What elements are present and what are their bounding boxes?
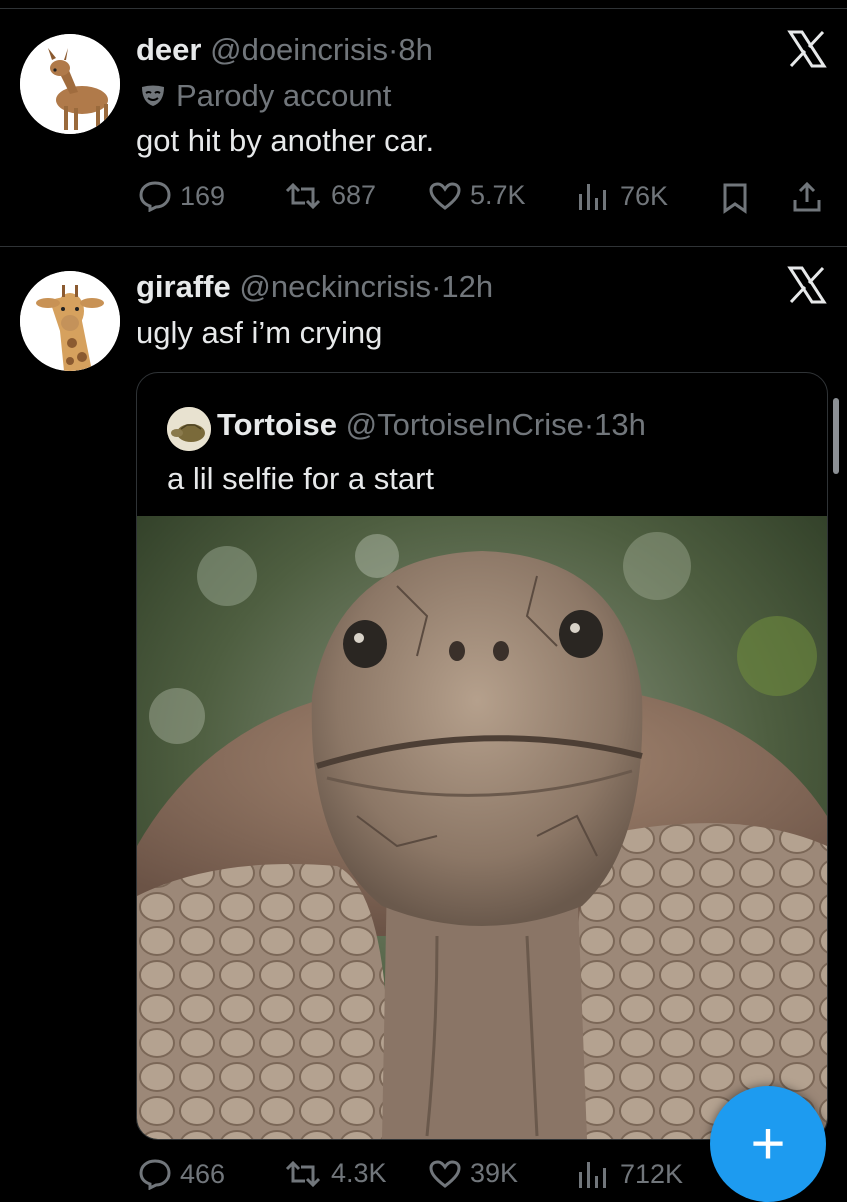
repost-count: 4.3K xyxy=(331,1158,387,1188)
tortoise-photo[interactable] xyxy=(137,516,827,1139)
reply-icon xyxy=(139,1159,171,1190)
x-logo-icon[interactable] xyxy=(786,264,828,306)
heart-icon xyxy=(429,1159,461,1188)
tweet-text: ugly asf i’m crying xyxy=(136,315,383,350)
tweet-giraffe[interactable]: giraffe @neckincrisis·12h ugly asf i’m c… xyxy=(0,0,847,1200)
quote-text: a lil selfie for a start xyxy=(167,461,435,496)
like-count: 39K xyxy=(470,1158,519,1188)
views-button[interactable]: 712K xyxy=(576,1158,683,1190)
quoted-tweet[interactable]: Tortoise @TortoiseInCrise·13h a lil self… xyxy=(136,372,828,1140)
tortoise-photo-icon xyxy=(137,516,827,1139)
views-count: 712K xyxy=(620,1158,684,1189)
scrollbar[interactable] xyxy=(833,398,839,474)
tweet-header: giraffe @neckincrisis·12h xyxy=(136,269,493,305)
giraffe-icon xyxy=(20,271,120,371)
separator-dot: · xyxy=(431,269,442,304)
avatar-tortoise[interactable] xyxy=(167,407,211,451)
quote-time[interactable]: 13h xyxy=(594,407,646,442)
reply-count: 466 xyxy=(180,1158,226,1189)
reply-button[interactable]: 466 xyxy=(138,1158,225,1190)
author-handle[interactable]: @neckincrisis xyxy=(239,269,431,304)
like-button[interactable]: 39K xyxy=(428,1158,518,1189)
views-icon xyxy=(579,1162,606,1188)
tweet-time[interactable]: 12h xyxy=(441,269,493,304)
compose-button[interactable]: + xyxy=(710,1086,826,1202)
repost-icon xyxy=(285,1160,321,1187)
author-name[interactable]: giraffe xyxy=(136,269,231,304)
tortoise-icon xyxy=(167,407,211,451)
quote-author-name[interactable]: Tortoise xyxy=(217,407,337,442)
quote-author-handle[interactable]: @TortoiseInCrise xyxy=(346,407,584,442)
separator-dot: · xyxy=(583,407,595,442)
repost-button[interactable]: 4.3K xyxy=(283,1158,387,1189)
quote-header: Tortoise @TortoiseInCrise·13h xyxy=(217,405,646,445)
avatar-giraffe[interactable] xyxy=(20,271,120,371)
